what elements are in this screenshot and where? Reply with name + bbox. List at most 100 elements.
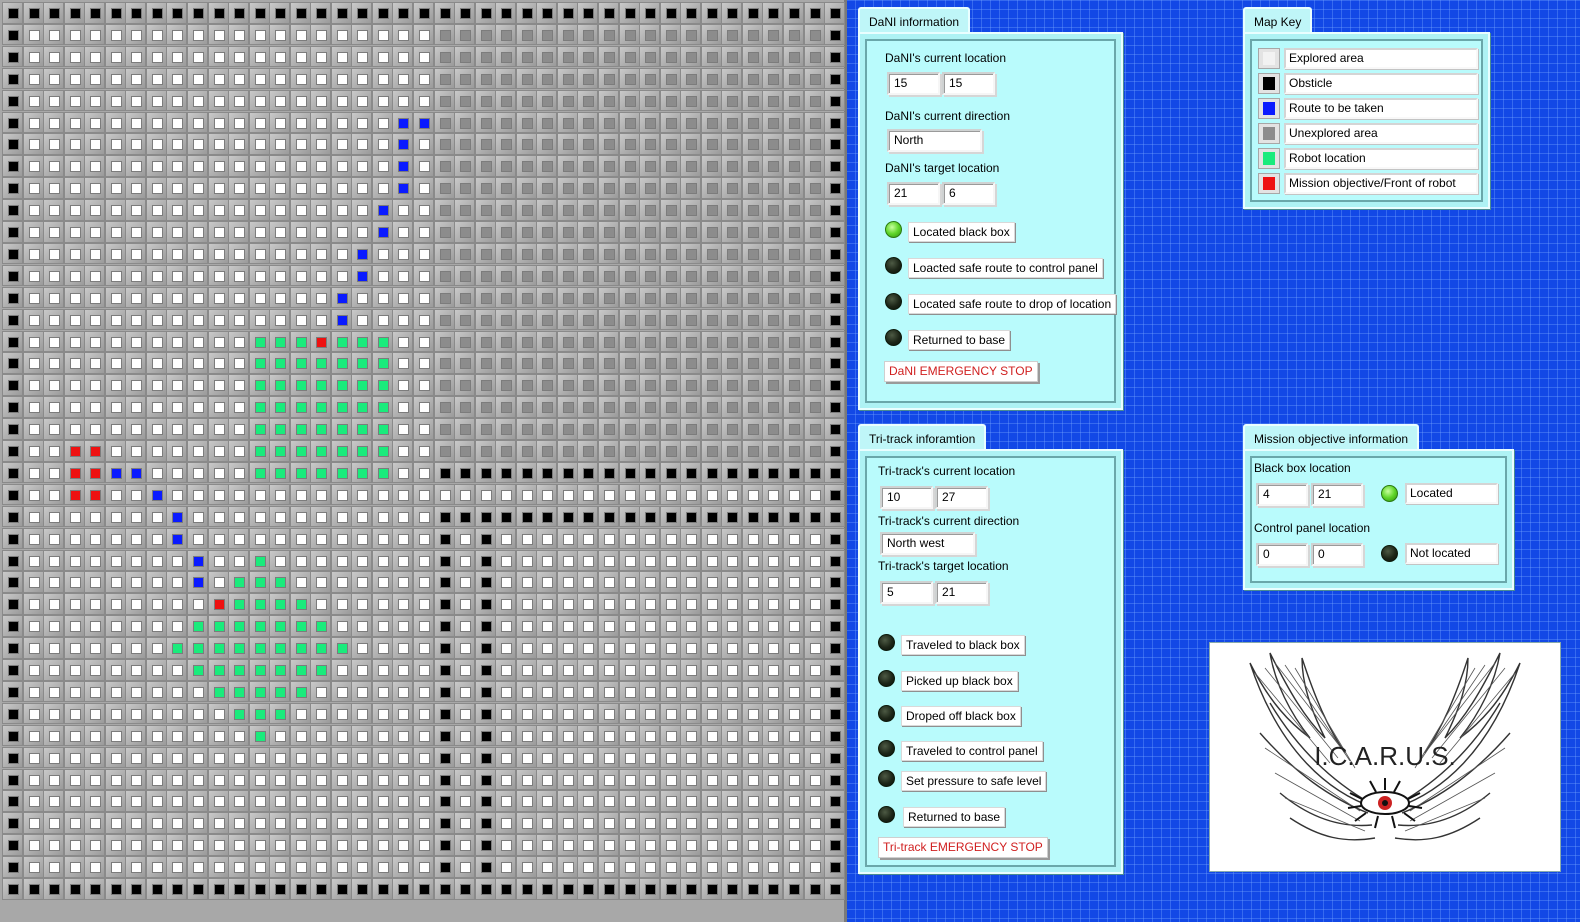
tritrack-emergency-stop-button[interactable]: Tri-track EMERGENCY STOP (878, 837, 1048, 858)
map-cell (248, 768, 270, 790)
tab-map-key[interactable]: Map Key (1243, 7, 1313, 34)
map-cell-marker (69, 489, 81, 501)
map-cell (310, 330, 332, 352)
tab-mission-objective-information[interactable]: Mission objective information (1243, 424, 1420, 451)
map-cell-marker (90, 489, 102, 501)
map-cell-marker (90, 533, 102, 545)
map-cell-marker (542, 884, 554, 895)
map-cell-marker (398, 665, 410, 676)
map-cell-marker (830, 686, 841, 698)
map-cell (556, 242, 578, 265)
map-cell (495, 527, 517, 550)
map-cell (2, 637, 23, 659)
dani-location-x-field[interactable]: 15 (887, 72, 940, 95)
map-cell (187, 856, 208, 878)
map-cell-marker (624, 161, 636, 173)
dani-location-y-field[interactable]: 15 (942, 72, 995, 95)
map-cell (228, 286, 250, 309)
black-box-y-field[interactable]: 21 (1311, 483, 1363, 506)
tritrack-direction-field[interactable]: North west (880, 532, 975, 555)
map-cell (187, 571, 208, 593)
map-cell (413, 133, 434, 155)
dani-target-y-field[interactable]: 6 (942, 182, 995, 205)
tritrack-target-x-field[interactable]: 5 (880, 581, 933, 604)
tab-tritrack-information[interactable]: Tri-track inforamtion (858, 424, 987, 451)
dani-emergency-stop-button[interactable]: DaNI EMERGENCY STOP (884, 361, 1038, 382)
map-cell (454, 374, 476, 396)
map-cell-marker (357, 599, 369, 611)
map-cell (166, 483, 188, 506)
tritrack-location-y-field[interactable]: 27 (935, 486, 988, 509)
map-cell (433, 177, 455, 199)
tritrack-target-y-field[interactable]: 21 (935, 581, 988, 604)
dani-indicator-control-route-label[interactable]: Loacted safe route to control panel (908, 258, 1103, 278)
dani-indicator-drop-route-label[interactable]: Located safe route to drop of location (908, 294, 1117, 314)
map-cell-marker (604, 424, 615, 436)
map-cell (248, 724, 270, 747)
map-cell (413, 571, 434, 593)
map-cell (330, 133, 352, 155)
map-cell-marker (706, 665, 718, 676)
dani-indicator-black-box-label[interactable]: Located black box (908, 222, 1015, 242)
map-cell-marker (357, 752, 369, 764)
map-cell-marker (542, 51, 554, 63)
map-cell-marker (583, 292, 595, 304)
dani-indicator-returned-label[interactable]: Returned to base (908, 330, 1011, 350)
map-cell-marker (645, 643, 657, 655)
tritrack-indicator-traveled-black-box-label[interactable]: Traveled to black box (901, 635, 1025, 655)
map-cell-marker (193, 227, 204, 238)
map-cell (782, 483, 804, 506)
map-cell-marker (69, 292, 81, 304)
map-cell (598, 834, 619, 856)
map-cell-marker (562, 643, 574, 655)
map-cell (310, 724, 332, 747)
map-cell (289, 89, 311, 112)
map-cell-marker (8, 708, 19, 720)
map-cell-marker (275, 599, 287, 611)
map-cell (371, 177, 393, 199)
map-cell-marker (501, 621, 513, 633)
map-cell-marker (645, 730, 657, 742)
map-cell-marker (90, 599, 102, 611)
map-cell (145, 527, 167, 550)
map-cell-marker (172, 402, 184, 414)
tritrack-indicator-pressure-label[interactable]: Set pressure to safe level (901, 771, 1047, 791)
map-cell (166, 680, 188, 703)
map-cell (413, 812, 434, 834)
map-cell (289, 549, 311, 571)
map-cell-marker (398, 51, 410, 63)
map-cell-marker (460, 621, 472, 633)
control-panel-y-field[interactable]: 0 (1311, 543, 1363, 566)
tritrack-indicator-control-panel-label[interactable]: Traveled to control panel (901, 741, 1043, 761)
dani-target-x-field[interactable]: 21 (887, 182, 940, 205)
map-cell-marker (110, 555, 122, 567)
control-panel-x-field[interactable]: 0 (1256, 543, 1308, 566)
map-cell-marker (727, 796, 739, 808)
map-cell (125, 308, 147, 331)
dani-direction-field[interactable]: North (887, 129, 982, 152)
map-cell (289, 724, 311, 747)
map-cell-marker (604, 489, 615, 501)
tritrack-indicator-returned-label[interactable]: Returned to base (903, 807, 1006, 827)
map-cell (680, 549, 702, 571)
map-cell (700, 418, 722, 440)
map-cell-marker (562, 446, 574, 457)
map-cell (536, 746, 558, 769)
tritrack-indicator-dropped-off-label[interactable]: Droped off black box (901, 706, 1021, 726)
map-cell (104, 2, 126, 24)
map-cell (330, 593, 352, 615)
map-cell-marker (49, 840, 61, 852)
map-cell-marker (28, 730, 40, 742)
map-cell (392, 768, 414, 790)
map-cell-marker (665, 205, 677, 217)
map-cell (330, 440, 352, 462)
black-box-x-field[interactable]: 4 (1256, 483, 1308, 506)
map-cell (741, 790, 763, 812)
tritrack-indicator-picked-up-label[interactable]: Picked up black box (901, 671, 1018, 691)
map-cell (228, 593, 250, 615)
tritrack-location-x-field[interactable]: 10 (880, 486, 933, 509)
map-cell (371, 812, 393, 834)
tab-dani-information[interactable]: DaNI information (858, 7, 971, 34)
map-cell (618, 593, 640, 615)
map-cell (433, 111, 455, 133)
